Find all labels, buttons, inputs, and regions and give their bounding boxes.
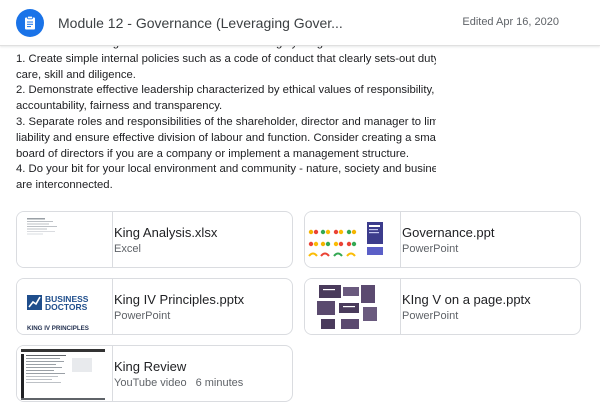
instructions-line: board of directors if you are a company … [16,147,410,160]
instructions-line: 3. Separate roles and responsibilities o… [16,115,436,128]
instructions-line: 1. Create simple internal policies such … [16,52,436,65]
video-thumbnail [17,346,113,401]
svg-text:DOCTORS: DOCTORS [45,302,88,312]
attachment-card-king-v-on-a-page[interactable]: KIng V on a page.pptx PowerPoint [304,278,581,335]
attachment-title: Governance.ppt [402,225,495,240]
attachment-card-king-review[interactable]: King Review YouTube video 6 minutes [16,345,293,402]
instructions-line: accountability, fairness and transparenc… [16,100,223,113]
instructions-text: Look at the following activities and foc… [16,36,436,194]
assignment-icon [16,9,44,37]
attachment-type: YouTube video 6 minutes [114,377,244,389]
instructions-line: liability and ensure effective division … [16,131,436,144]
attachment-card-king-iv-principles[interactable]: BUSINESS DOCTORS KING IV PRINCIPLES King… [16,278,293,335]
assignment-title[interactable]: Module 12 - Governance (Leveraging Gover… [58,15,343,31]
spreadsheet-thumbnail [17,212,113,267]
video-duration: 6 minutes [195,377,244,389]
instructions-line: care, skill and diligence. [16,68,136,81]
attachment-title: KIng V on a page.pptx [402,292,531,307]
edited-date: Edited Apr 16, 2020 [462,16,559,28]
attachment-card-governance[interactable]: Governance.ppt PowerPoint [304,211,581,268]
slides-thumbnail [305,212,401,267]
attachment-title: King Analysis.xlsx [114,225,218,240]
instructions-line: are interconnected. [16,179,113,192]
attachment-type: PowerPoint [402,310,459,322]
slides-thumbnail [305,279,401,334]
slides-thumbnail: BUSINESS DOCTORS KING IV PRINCIPLES [17,279,113,334]
attachment-type: PowerPoint [114,310,171,322]
attachment-title: King Review [114,359,187,374]
assignment-header: Module 12 - Governance (Leveraging Gover… [0,0,600,46]
attachment-type: PowerPoint [402,243,459,255]
attachment-card-king-analysis[interactable]: King Analysis.xlsx Excel [16,211,293,268]
attachment-title: King IV Principles.pptx [114,292,245,307]
instructions-line: 2. Demonstrate effective leadership char… [16,84,435,97]
thumbnail-caption: KING IV PRINCIPLES [27,325,89,332]
attachment-type: Excel [114,243,141,255]
instructions-line: 4. Do your bit for your local environmen… [16,163,436,176]
